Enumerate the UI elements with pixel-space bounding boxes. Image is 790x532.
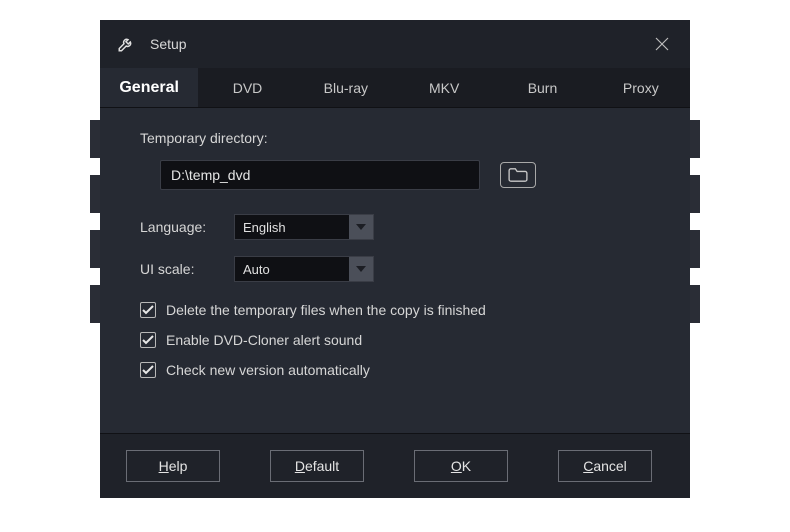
checkbox-delete-temp[interactable]: Delete the temporary files when the copy…: [140, 302, 658, 318]
tab-burn[interactable]: Burn: [493, 68, 591, 107]
ui-scale-select[interactable]: Auto: [234, 256, 374, 282]
checkbox-icon: [140, 362, 156, 378]
setup-icon: [116, 34, 136, 54]
tab-dvd[interactable]: DVD: [198, 68, 296, 107]
checkbox-icon: [140, 332, 156, 348]
close-button[interactable]: [650, 32, 674, 56]
tab-mkv[interactable]: MKV: [395, 68, 493, 107]
chevron-down-icon: [349, 215, 373, 239]
ok-button[interactable]: OK: [414, 450, 508, 482]
dialog-title: Setup: [150, 36, 187, 52]
language-select[interactable]: English: [234, 214, 374, 240]
tab-content-general: Temporary directory: Language: English U…: [100, 108, 690, 434]
titlebar: Setup: [100, 20, 690, 68]
tabs: General DVD Blu-ray MKV Burn Proxy: [100, 68, 690, 108]
default-button[interactable]: Default: [270, 450, 364, 482]
checkbox-alert-sound[interactable]: Enable DVD-Cloner alert sound: [140, 332, 658, 348]
tab-bluray[interactable]: Blu-ray: [297, 68, 395, 107]
setup-dialog: Setup General DVD Blu-ray MKV Burn Proxy…: [100, 20, 690, 498]
temp-dir-input[interactable]: [160, 160, 480, 190]
tab-general[interactable]: General: [100, 68, 198, 107]
folder-icon: [507, 167, 529, 183]
checkbox-check-update[interactable]: Check new version automatically: [140, 362, 658, 378]
tab-proxy[interactable]: Proxy: [592, 68, 690, 107]
language-label: Language:: [140, 219, 234, 235]
ui-scale-label: UI scale:: [140, 261, 234, 277]
chevron-down-icon: [349, 257, 373, 281]
dialog-footer: Help Default OK Cancel: [100, 434, 690, 498]
checkbox-icon: [140, 302, 156, 318]
cancel-button[interactable]: Cancel: [558, 450, 652, 482]
temp-dir-label: Temporary directory:: [140, 130, 658, 146]
browse-button[interactable]: [500, 162, 536, 188]
help-button[interactable]: Help: [126, 450, 220, 482]
